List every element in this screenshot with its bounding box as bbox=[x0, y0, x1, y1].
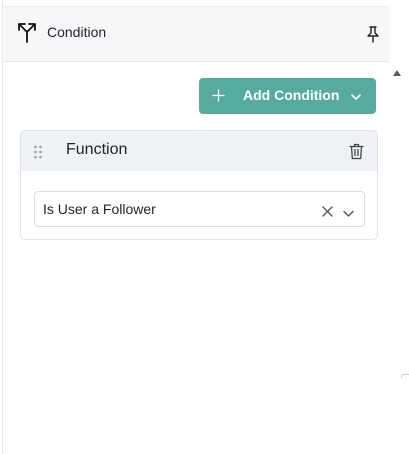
condition-panel: Condition Add Condition Function Is User… bbox=[2, 0, 389, 454]
chevron-down-icon[interactable] bbox=[349, 90, 363, 102]
function-select[interactable]: Is User a Follower bbox=[34, 191, 365, 227]
canvas-edge bbox=[401, 374, 409, 378]
add-condition-button[interactable]: Add Condition bbox=[199, 78, 376, 114]
panel-title: Condition bbox=[47, 24, 107, 40]
drag-handle-icon[interactable] bbox=[33, 145, 43, 159]
scroll-up-arrow-icon[interactable] bbox=[393, 63, 401, 76]
close-icon[interactable] bbox=[322, 204, 333, 217]
split-arrow-icon bbox=[16, 21, 38, 43]
chevron-down-icon[interactable] bbox=[343, 205, 354, 217]
panel-header: Condition bbox=[3, 6, 389, 62]
trash-icon[interactable] bbox=[349, 143, 364, 160]
function-select-value: Is User a Follower bbox=[43, 201, 156, 217]
condition-card-header: Function bbox=[21, 131, 377, 171]
add-condition-label: Add Condition bbox=[243, 87, 340, 103]
pin-icon[interactable] bbox=[365, 25, 381, 43]
panel-scrollbar[interactable] bbox=[390, 0, 409, 454]
condition-card-title: Function bbox=[66, 141, 128, 158]
properties-frame: Condition Add Condition Function Is User… bbox=[0, 0, 409, 454]
button-divider bbox=[341, 78, 342, 114]
plus-icon bbox=[211, 88, 226, 103]
condition-card: Function Is User a Follower bbox=[20, 130, 378, 240]
